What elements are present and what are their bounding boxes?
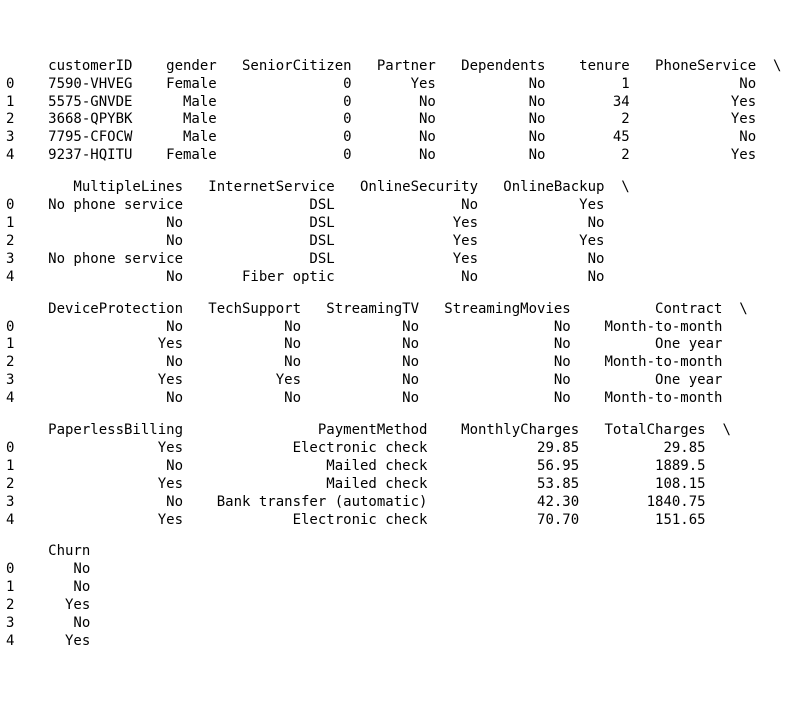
dataframe-block: MultipleLines InternetService OnlineSecu… <box>6 179 804 286</box>
data-row: 0 No phone service DSL No Yes <box>6 197 804 215</box>
data-row: 2 Yes <box>6 597 804 615</box>
dataframe-block: PaperlessBilling PaymentMethod MonthlyCh… <box>6 422 804 529</box>
column-header-line: PaperlessBilling PaymentMethod MonthlyCh… <box>6 422 804 440</box>
data-row: 2 Yes Mailed check 53.85 108.15 <box>6 476 804 494</box>
data-row: 1 5575-GNVDE Male 0 No No 34 Yes <box>6 94 804 112</box>
dataframe-block: DeviceProtection TechSupport StreamingTV… <box>6 301 804 408</box>
data-row: 4 9237-HQITU Female 0 No No 2 Yes <box>6 147 804 165</box>
data-row: 4 Yes <box>6 633 804 651</box>
column-header-line: DeviceProtection TechSupport StreamingTV… <box>6 301 804 319</box>
data-row: 1 No <box>6 579 804 597</box>
data-row: 3 7795-CFOCW Male 0 No No 45 No <box>6 129 804 147</box>
data-row: 1 No DSL Yes No <box>6 215 804 233</box>
data-row: 4 No No No No Month-to-month <box>6 390 804 408</box>
data-row: 0 Yes Electronic check 29.85 29.85 <box>6 440 804 458</box>
data-row: 3 No phone service DSL Yes No <box>6 251 804 269</box>
data-row: 1 Yes No No No One year <box>6 336 804 354</box>
data-row: 2 3668-QPYBK Male 0 No No 2 Yes <box>6 111 804 129</box>
column-header-line: Churn <box>6 543 804 561</box>
data-row: 2 No DSL Yes Yes <box>6 233 804 251</box>
dataframe-repr: customerID gender SeniorCitizen Partner … <box>6 58 804 651</box>
dataframe-block: customerID gender SeniorCitizen Partner … <box>6 58 804 165</box>
data-row: 4 No Fiber optic No No <box>6 269 804 287</box>
column-header-line: MultipleLines InternetService OnlineSecu… <box>6 179 804 197</box>
data-row: 0 No <box>6 561 804 579</box>
data-row: 1 No Mailed check 56.95 1889.5 <box>6 458 804 476</box>
data-row: 2 No No No No Month-to-month <box>6 354 804 372</box>
data-row: 0 No No No No Month-to-month <box>6 319 804 337</box>
data-row: 4 Yes Electronic check 70.70 151.65 <box>6 512 804 530</box>
data-row: 0 7590-VHVEG Female 0 Yes No 1 No <box>6 76 804 94</box>
dataframe-block: Churn0 No1 No2 Yes3 No4 Yes <box>6 543 804 650</box>
column-header-line: customerID gender SeniorCitizen Partner … <box>6 58 804 76</box>
data-row: 3 No Bank transfer (automatic) 42.30 184… <box>6 494 804 512</box>
data-row: 3 Yes Yes No No One year <box>6 372 804 390</box>
data-row: 3 No <box>6 615 804 633</box>
